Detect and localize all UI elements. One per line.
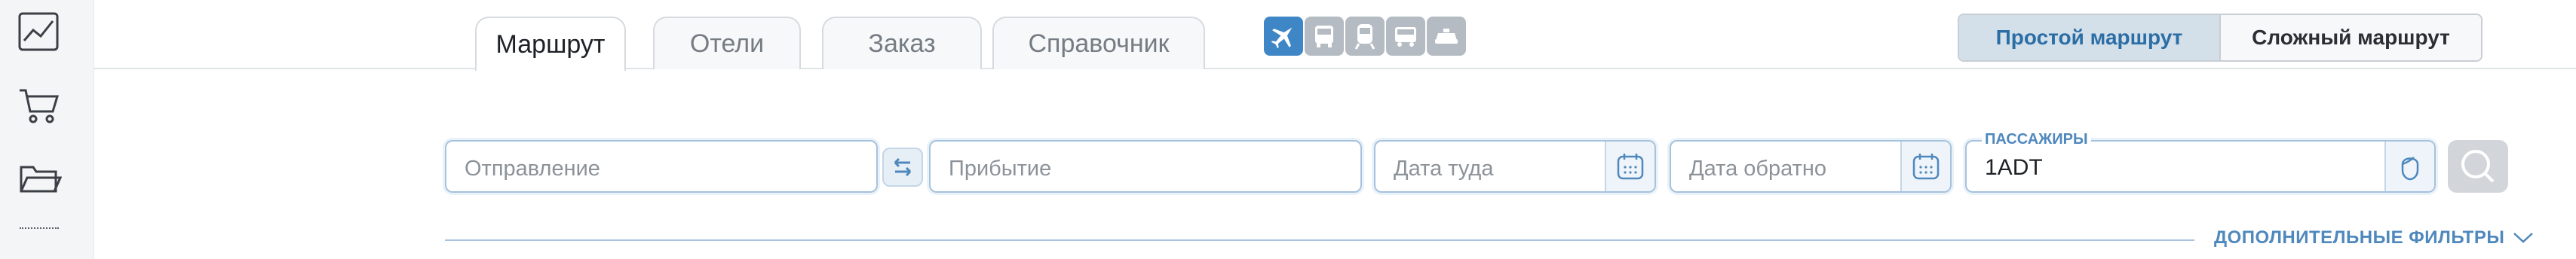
- date-back-input[interactable]: Дата обратно: [1670, 140, 1952, 193]
- car-icon[interactable]: [1427, 17, 1466, 56]
- passengers-value: 1ADT: [1985, 155, 2043, 180]
- passengers-input[interactable]: ПАССАЖИРЫ 1ADT: [1965, 131, 2436, 193]
- top-bar-divider: [94, 68, 2576, 69]
- bus-alt-icon[interactable]: [1386, 17, 1425, 56]
- airplane-icon[interactable]: [1264, 17, 1303, 56]
- cart-icon[interactable]: [17, 84, 62, 126]
- tab-route[interactable]: Маршрут: [475, 17, 626, 71]
- tab-hotels[interactable]: Отели: [653, 17, 801, 69]
- tab-reference[interactable]: Справочник: [992, 17, 1205, 69]
- complex-route-button[interactable]: Сложный маршрут: [2221, 15, 2481, 60]
- arrival-placeholder: Прибытие: [949, 157, 1052, 181]
- additional-filters-label: ДОПОЛНИТЕЛЬНЫЕ ФИЛЬТРЫ: [2214, 227, 2505, 248]
- filters-divider: [445, 239, 2194, 241]
- simple-route-button[interactable]: Простой маршрут: [1959, 15, 2221, 60]
- calendar-icon[interactable]: [1605, 142, 1654, 191]
- passengers-label: ПАССАЖИРЫ: [1982, 131, 2091, 148]
- date-out-input[interactable]: Дата туда: [1374, 140, 1656, 193]
- arrival-input[interactable]: Прибытие: [929, 140, 1362, 193]
- route-type-toggle: Простой маршрут Сложный маршрут: [1958, 14, 2482, 62]
- swap-button[interactable]: [882, 148, 923, 187]
- sidebar: [0, 0, 94, 259]
- sidebar-more[interactable]: [20, 227, 59, 229]
- swap-icon: [894, 157, 912, 177]
- date-out-placeholder: Дата туда: [1394, 157, 1494, 181]
- additional-filters-link[interactable]: ДОПОЛНИТЕЛЬНЫЕ ФИЛЬТРЫ: [2214, 227, 2535, 248]
- search-icon: [2461, 150, 2495, 183]
- date-back-placeholder: Дата обратно: [1689, 157, 1827, 181]
- calendar-icon[interactable]: [1900, 142, 1950, 191]
- departure-input[interactable]: Отправление: [445, 140, 878, 193]
- transport-modes: [1264, 17, 1466, 56]
- tab-order[interactable]: Заказ: [822, 17, 982, 69]
- bus-icon[interactable]: [1305, 17, 1344, 56]
- departure-placeholder: Отправление: [465, 157, 600, 181]
- search-button[interactable]: [2448, 140, 2508, 193]
- folder-icon[interactable]: [17, 157, 63, 199]
- chart-icon[interactable]: [17, 11, 62, 53]
- chevron-down-icon: [2513, 233, 2534, 243]
- passenger-icon[interactable]: [2384, 142, 2434, 191]
- train-icon[interactable]: [1345, 17, 1385, 56]
